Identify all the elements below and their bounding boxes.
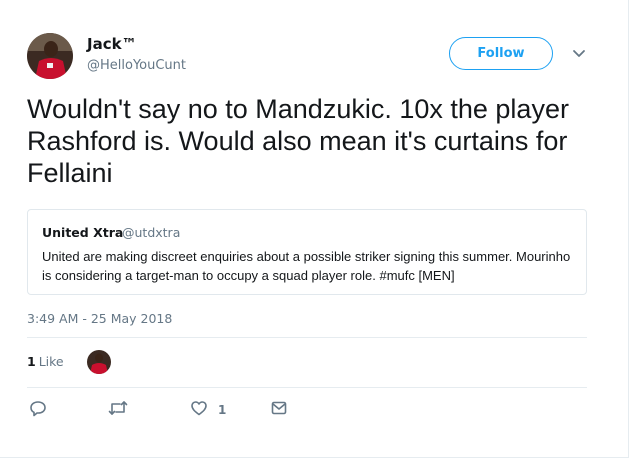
tweet-timestamp[interactable]: 3:49 AM - 25 May 2018 bbox=[27, 311, 172, 326]
likes-count: 1 bbox=[27, 354, 36, 369]
tweet-text: Wouldn't say no to Mandzukic. 10x the pl… bbox=[27, 94, 569, 188]
retweet-icon bbox=[108, 399, 128, 421]
like-button[interactable]: 1 bbox=[190, 400, 226, 420]
divider bbox=[27, 387, 587, 388]
quoted-handle: @utdxtra bbox=[122, 225, 181, 240]
retweet-button[interactable] bbox=[108, 400, 128, 420]
author-handle[interactable]: @HelloYouCunt bbox=[87, 58, 186, 73]
follow-button[interactable]: Follow bbox=[449, 37, 553, 70]
reply-icon bbox=[29, 399, 47, 421]
divider bbox=[27, 337, 587, 338]
author-avatar[interactable] bbox=[27, 33, 73, 79]
quoted-tweet[interactable]: United Xtra @utdxtra United are making d… bbox=[27, 209, 587, 295]
author-display-name[interactable]: Jack™ bbox=[87, 35, 137, 53]
likes-label: Like bbox=[38, 354, 64, 369]
chevron-down-icon[interactable] bbox=[570, 46, 588, 60]
likes-stat[interactable]: 1 Like bbox=[27, 354, 64, 369]
heart-icon bbox=[190, 399, 208, 421]
envelope-icon bbox=[270, 399, 288, 421]
like-count: 1 bbox=[218, 403, 227, 417]
quoted-display-name: United Xtra bbox=[42, 225, 124, 240]
liker-avatar[interactable] bbox=[87, 350, 111, 374]
direct-message-button[interactable] bbox=[270, 400, 288, 420]
quoted-text: United are making discreet enquiries abo… bbox=[42, 249, 571, 283]
reply-button[interactable] bbox=[29, 400, 47, 420]
tweet-card: Jack™ @HelloYouCunt Follow Wouldn't say … bbox=[0, 0, 629, 458]
